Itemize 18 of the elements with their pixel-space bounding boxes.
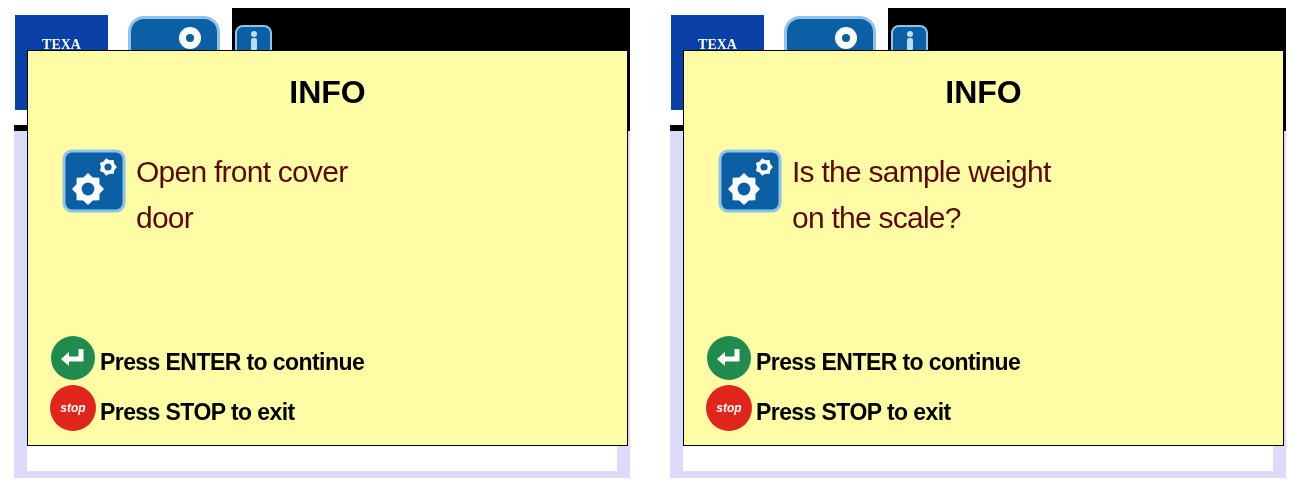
dialog-title: INFO <box>945 73 1022 111</box>
gears-icon <box>62 149 126 213</box>
gear-icon <box>177 25 203 51</box>
hint-text: Press STOP to exit <box>100 397 295 427</box>
enter-icon <box>706 335 752 381</box>
enter-icon <box>50 335 96 381</box>
gear-icon <box>833 25 859 51</box>
message-text: Is the sample weight <box>792 154 1051 190</box>
hint-text: Press ENTER to continue <box>756 347 1021 377</box>
message-text: door <box>136 200 195 236</box>
hint-text: Press STOP to exit <box>756 397 951 427</box>
hint-text: Press ENTER to continue <box>100 347 365 377</box>
dialog-title: INFO <box>289 73 366 111</box>
gears-icon <box>718 149 782 213</box>
message-text: on the scale? <box>792 200 962 236</box>
stop-icon: stop <box>50 385 96 431</box>
message-text: Open front cover <box>136 154 348 190</box>
stop-icon: stop <box>706 385 752 431</box>
